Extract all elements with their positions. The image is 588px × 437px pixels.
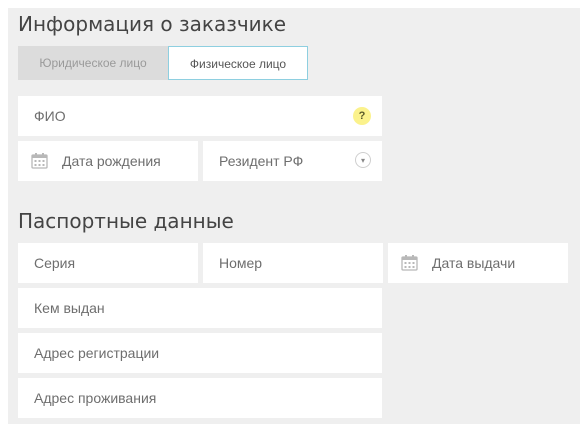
number-field[interactable]: Номер — [203, 243, 383, 283]
birth-date-field[interactable]: Дата рождения — [18, 141, 198, 181]
issue-date-field[interactable]: Дата выдачи — [388, 243, 568, 283]
chevron-down-icon[interactable]: ▾ — [355, 152, 371, 168]
issued-by-field[interactable]: Кем выдан — [18, 288, 382, 328]
series-placeholder: Серия — [34, 255, 76, 271]
full-name-placeholder: ФИО — [34, 108, 66, 124]
passport-title: Паспортные данные — [18, 209, 234, 233]
calendar-icon — [401, 255, 418, 271]
customer-info-title: Информация о заказчике — [18, 12, 287, 36]
registration-address-field[interactable]: Адрес регистрации — [18, 333, 382, 373]
birth-date-placeholder: Дата рождения — [62, 153, 161, 169]
issued-by-placeholder: Кем выдан — [34, 300, 105, 316]
registration-address-placeholder: Адрес регистрации — [34, 345, 160, 361]
tab-legal-entity[interactable]: Юридическое лицо — [18, 46, 168, 80]
issue-date-placeholder: Дата выдачи — [432, 255, 516, 271]
resident-label: Резидент РФ — [219, 153, 304, 169]
calendar-icon — [31, 153, 48, 169]
residence-address-field[interactable]: Адрес проживания — [18, 378, 382, 418]
resident-select[interactable]: Резидент РФ ▾ — [203, 141, 382, 181]
series-field[interactable]: Серия — [18, 243, 198, 283]
full-name-field[interactable]: ФИО ? — [18, 96, 382, 136]
tab-individual[interactable]: Физическое лицо — [168, 46, 308, 80]
help-icon[interactable]: ? — [353, 107, 371, 125]
residence-address-placeholder: Адрес проживания — [34, 390, 157, 406]
number-placeholder: Номер — [219, 255, 263, 271]
